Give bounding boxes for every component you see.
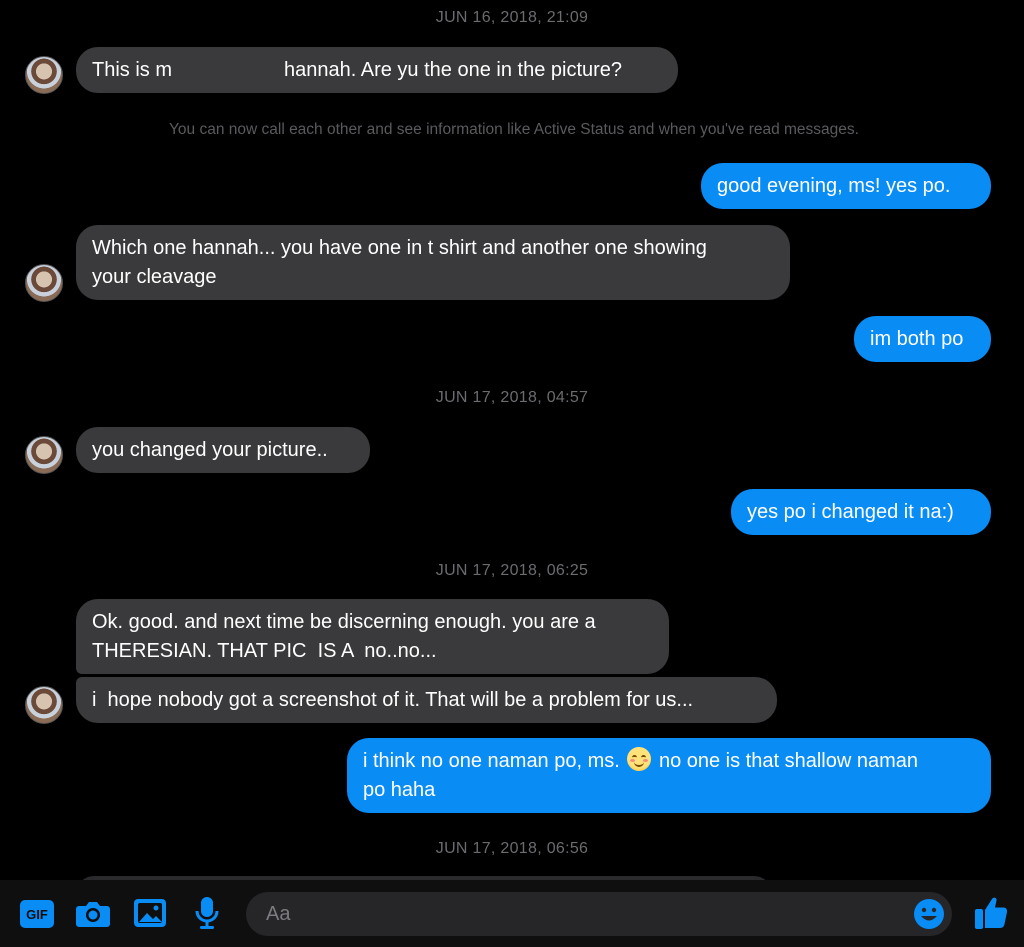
message-text: im both po	[870, 327, 964, 350]
avatar[interactable]	[25, 436, 63, 474]
avatar[interactable]	[25, 264, 63, 302]
outgoing-message[interactable]: i think no one naman po, ms. no one is t…	[347, 738, 991, 813]
message-text: This is m	[92, 58, 172, 81]
message-text: yes po i changed it na:)	[747, 500, 954, 523]
outgoing-message[interactable]: im both po	[854, 316, 991, 362]
message-text: i think no one naman po, ms. no one is t…	[363, 746, 918, 805]
camera-icon[interactable]	[75, 896, 111, 930]
timestamp: JUN 17, 2018, 06:56	[435, 840, 589, 857]
incoming-message[interactable]: Ok. good. and next time be discerning en…	[76, 599, 669, 674]
message-text: good evening, ms! yes po.	[717, 174, 951, 197]
emoji-icon[interactable]	[911, 896, 947, 932]
system-note: You can now call each other and see info…	[169, 121, 859, 138]
timestamp: JUN 17, 2018, 06:25	[435, 562, 589, 579]
message-input[interactable]	[246, 892, 952, 936]
message-text: Ok. good. and next time be discerning en…	[92, 610, 596, 662]
message-text: i hope nobody got a screenshot of it. Th…	[92, 688, 694, 711]
image-icon[interactable]	[132, 896, 168, 930]
incoming-message[interactable]: Which one hannah... you have one in t sh…	[76, 225, 790, 300]
microphone-icon[interactable]	[191, 894, 223, 932]
message-text: you changed your picture..	[92, 438, 328, 461]
outgoing-message[interactable]: good evening, ms! yes po.	[701, 163, 991, 209]
message-text: hannah. Are yu the one in the picture?	[284, 58, 623, 81]
message-text: Which one hannah... you have one in t sh…	[92, 236, 707, 288]
timestamp: JUN 17, 2018, 04:57	[435, 389, 589, 406]
redacted-block	[172, 56, 284, 84]
incoming-message[interactable]: you changed your picture..	[76, 427, 370, 473]
thumbs-up-icon[interactable]	[972, 892, 1010, 932]
outgoing-message[interactable]: yes po i changed it na:)	[731, 489, 991, 535]
incoming-message[interactable]: i hope nobody got a screenshot of it. Th…	[76, 677, 777, 723]
gif-icon[interactable]: GIF	[19, 898, 55, 930]
avatar[interactable]	[25, 56, 63, 94]
timestamp: JUN 16, 2018, 21:09	[435, 9, 589, 26]
avatar[interactable]	[25, 686, 63, 724]
smiling-face-emoji-icon	[627, 746, 652, 771]
gif-label: GIF	[26, 907, 48, 922]
incoming-message[interactable]: This is m hannah. Are yu the one in the p…	[76, 47, 678, 93]
message-text-part: i think no one naman po, ms.	[363, 749, 620, 772]
